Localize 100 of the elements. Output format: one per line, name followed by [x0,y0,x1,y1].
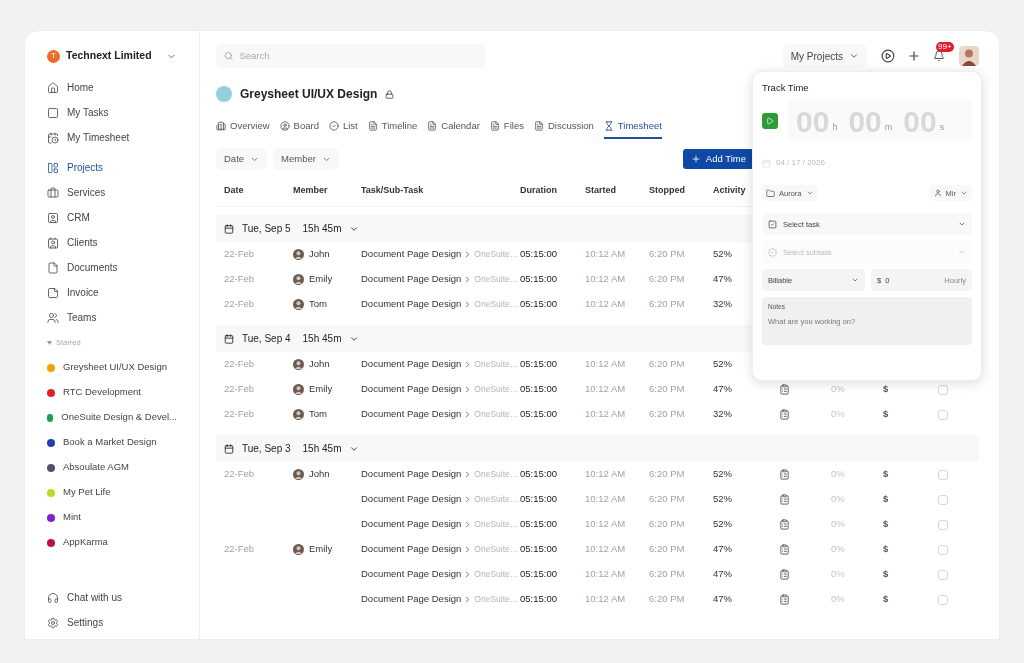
tab[interactable]: Timesheet [603,115,662,139]
sidebar-item[interactable]: CRM [47,205,177,230]
calendar-icon [224,443,234,454]
member-name: Emily [309,542,333,557]
duration-cell: 05:15:00 [520,567,557,582]
started-cell: 10:12 AM [585,297,626,312]
add-icon[interactable] [907,49,921,63]
sidebar-item[interactable]: Services [47,180,177,205]
sidebar-item[interactable]: My Tasks [47,100,177,125]
calendar-clock-icon [47,131,59,144]
subtask-name: OneSuite… [474,543,519,556]
users-icon [47,311,59,324]
tab[interactable]: Board [279,115,319,139]
row-checkbox[interactable] [938,494,948,505]
notes-icon[interactable] [779,494,790,505]
briefcase-icon [47,186,59,199]
row-checkbox[interactable] [938,544,948,555]
filter-dropdown[interactable]: Date [216,148,268,170]
row-checkbox[interactable] [938,384,948,395]
started-cell: 10:12 AM [585,567,626,582]
notes-icon[interactable] [779,519,790,530]
caret-icon[interactable] [47,340,52,345]
notes-icon[interactable] [779,409,790,420]
calendar-icon [224,223,234,234]
task-name: Document Page Design [361,542,462,557]
starred-project[interactable]: Absoulate AGM [47,455,177,480]
row-checkbox[interactable] [938,594,948,605]
chevron-right-icon [465,361,471,368]
chevron-right-icon [465,596,471,603]
sidebar-item[interactable]: Invoice [47,280,177,305]
starred-project[interactable]: Mint [47,505,177,530]
member-name: Emily [309,382,333,397]
duration-cell: 05:15:00 [520,407,557,422]
task-name: Document Page Design [361,592,462,607]
tab[interactable]: Files [489,115,524,139]
column-header: Date [224,183,244,197]
sidebar-item[interactable]: Settings [47,610,177,635]
sidebar-item[interactable]: Projects [47,155,177,180]
document-icon [533,121,544,131]
activity-cell: 47% [713,382,732,397]
duration-cell: 05:15:00 [520,247,557,262]
play-button[interactable] [762,113,778,130]
avatar [293,544,304,555]
subtask-name: OneSuite… [474,383,519,396]
avatar [293,299,304,310]
notes-icon[interactable] [779,469,790,480]
filter-dropdown[interactable]: Member [273,148,339,170]
square-icon [47,106,59,119]
sidebar-item[interactable]: Documents [47,255,177,280]
tab[interactable]: Timeline [367,115,418,139]
starred-project[interactable]: My Pet Life [47,480,177,505]
tab[interactable]: Overview [216,115,270,139]
tab[interactable]: Calendar [427,115,480,139]
timer-unit: s [939,120,945,134]
activity-cell: 52% [713,467,732,482]
row-checkbox[interactable] [938,469,948,480]
task-name: Document Page Design [361,247,462,262]
sidebar-item[interactable]: Clients [47,230,177,255]
sidebar-item[interactable]: Home [47,75,177,100]
stopped-cell: 6:20 PM [649,467,685,482]
projects-dropdown[interactable]: My Projects [782,44,867,68]
notes-icon[interactable] [779,544,790,555]
starred-project[interactable]: AppKarma [47,530,177,555]
stopped-cell: 6:20 PM [649,357,685,372]
activity-cell: 47% [713,567,732,582]
row-checkbox[interactable] [938,519,948,530]
tab[interactable]: List [328,115,358,139]
date-cell: 22-Feb [224,272,255,287]
group-header[interactable]: Tue, Sep 3 15h 45m [216,435,979,462]
chevron-right-icon [465,571,471,578]
sidebar-item[interactable]: My Timesheet [47,125,177,150]
tab[interactable]: Discussion [533,115,594,139]
search-input[interactable]: Search [239,48,478,64]
search-field[interactable]: Search [216,44,486,68]
row-checkbox[interactable] [938,569,948,580]
subtask-name: OneSuite… [474,273,519,286]
started-cell: 10:12 AM [585,357,626,372]
starred-project[interactable]: Book a Market Design [47,430,177,455]
started-cell: 10:12 AM [585,542,626,557]
add-time-button[interactable]: Add Time [682,149,754,169]
date-cell: 22-Feb [224,297,255,312]
notes-icon[interactable] [779,594,790,605]
row-checkbox[interactable] [938,409,948,420]
starred-project[interactable]: RTC Development [47,380,177,405]
folder-icon [766,188,775,198]
starred-project[interactable]: OneSuite Design & Devel... [47,405,177,430]
member-name: Tom [309,407,327,422]
column-header: Stopped [649,183,685,197]
activity-cell: 47% [713,542,732,557]
sidebar-item[interactable]: Chat with us [47,585,177,610]
activity-cell: 52% [713,517,732,532]
notes-icon[interactable] [779,384,790,395]
avatar[interactable] [959,46,979,66]
sidebar-item[interactable]: Teams [47,305,177,330]
starred-project[interactable]: Greysheet UI/UX Design [47,355,177,380]
play-circle-icon[interactable] [881,49,895,63]
member-name: Tom [309,297,327,312]
notification-icon[interactable] [933,50,945,62]
notes-icon[interactable] [779,569,790,580]
group-date: Tue, Sep 5 [242,222,291,236]
